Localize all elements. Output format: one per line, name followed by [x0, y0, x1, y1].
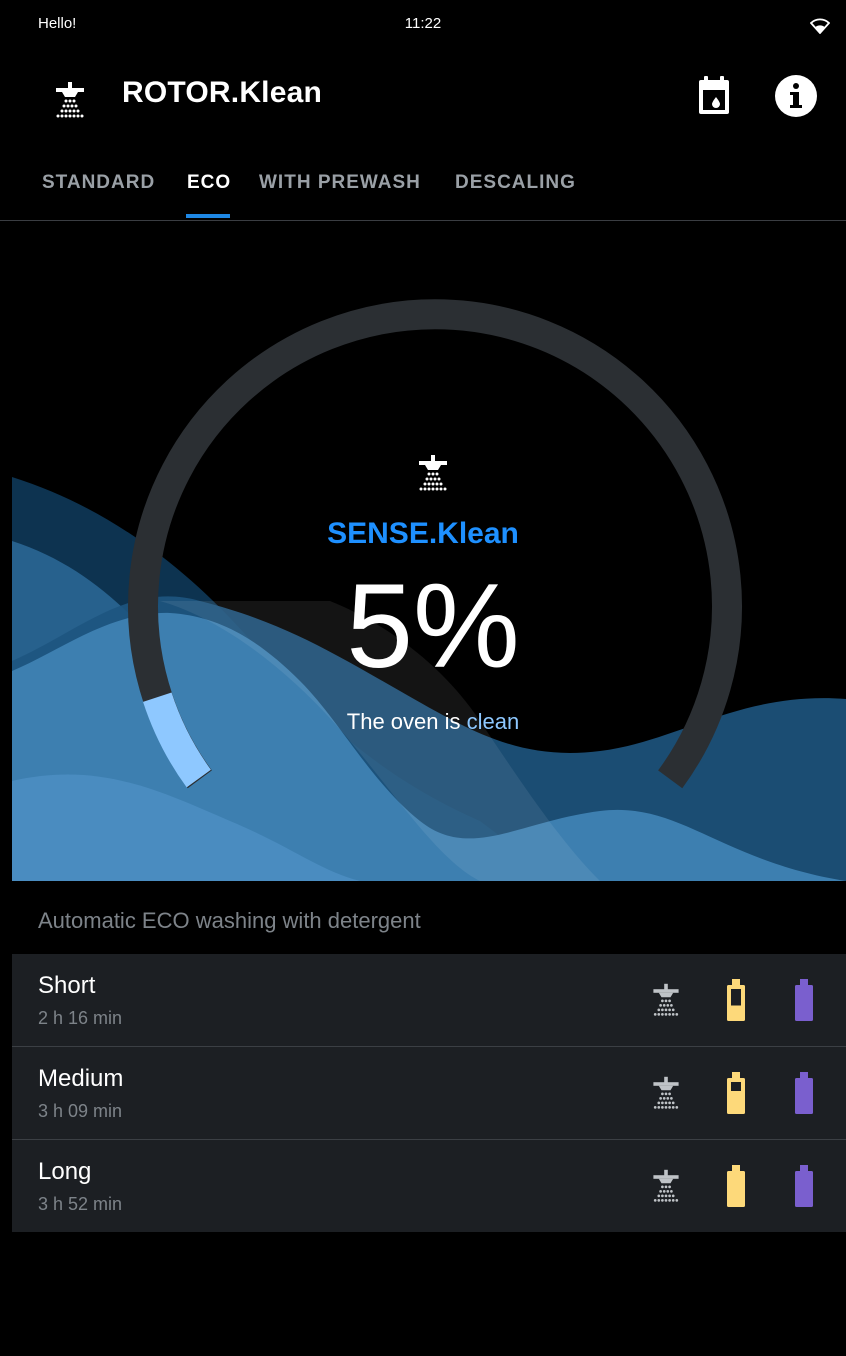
detergent-bottle-icon — [727, 1165, 745, 1207]
program-duration: 3 h 09 min — [38, 1101, 123, 1121]
active-tab-indicator — [186, 214, 230, 218]
program-name: Short — [38, 972, 96, 999]
app-title: ROTOR.Klean — [122, 76, 323, 109]
tab-eco[interactable]: ECO — [187, 172, 231, 194]
tab-standard[interactable]: STANDARD — [42, 172, 155, 194]
gauge-title: SENSE.Klean — [327, 517, 519, 550]
shower-icon — [56, 82, 84, 118]
status-time: 11:22 — [404, 15, 442, 32]
tab-descaling[interactable]: DESCALING — [455, 172, 576, 194]
care-bottle-icon — [795, 1072, 813, 1114]
program-long[interactable]: Long 3 h 52 min — [12, 1140, 846, 1232]
app-bar: ROTOR.Klean — [0, 50, 846, 150]
gauge-panel: SENSE.Klean 5% The oven is clean — [0, 221, 846, 881]
wifi-icon — [810, 18, 830, 34]
tab-with-prewash[interactable]: WITH PREWASH — [259, 172, 421, 194]
program-short[interactable]: Short 2 h 16 min — [12, 954, 846, 1047]
section-title: Automatic ECO washing with detergent — [38, 908, 421, 933]
program-duration: 3 h 52 min — [38, 1194, 123, 1214]
program-medium[interactable]: Medium 3 h 09 min — [12, 1047, 846, 1140]
shower-icon — [653, 983, 679, 1016]
info-icon[interactable] — [772, 72, 820, 120]
program-list: Short 2 h 16 min Medium 3 h 09 min Long … — [12, 954, 846, 1232]
status-bar: Hello! 11:22 — [0, 0, 846, 50]
program-tabs: STANDARD ECO WITH PREWASH DESCALING — [0, 150, 846, 221]
program-duration: 2 h 16 min — [38, 1008, 123, 1028]
care-bottle-icon — [795, 1165, 813, 1207]
detergent-bottle-icon — [727, 979, 745, 1021]
shower-icon — [653, 1169, 679, 1202]
oven-status-prefix: The oven is — [346, 709, 461, 734]
dirt-level-value: 5% — [346, 559, 520, 693]
detergent-bottle-icon — [727, 1072, 745, 1114]
gauge-ring — [128, 299, 742, 789]
oven-status: The oven is clean — [0, 709, 846, 735]
program-name: Medium — [38, 1065, 124, 1092]
shower-icon — [419, 455, 447, 491]
shower-icon — [653, 1076, 679, 1109]
care-bottle-icon — [795, 979, 813, 1021]
program-name: Long — [38, 1158, 92, 1185]
calendar-icon[interactable] — [690, 72, 738, 120]
oven-status-value: clean — [466, 709, 520, 734]
